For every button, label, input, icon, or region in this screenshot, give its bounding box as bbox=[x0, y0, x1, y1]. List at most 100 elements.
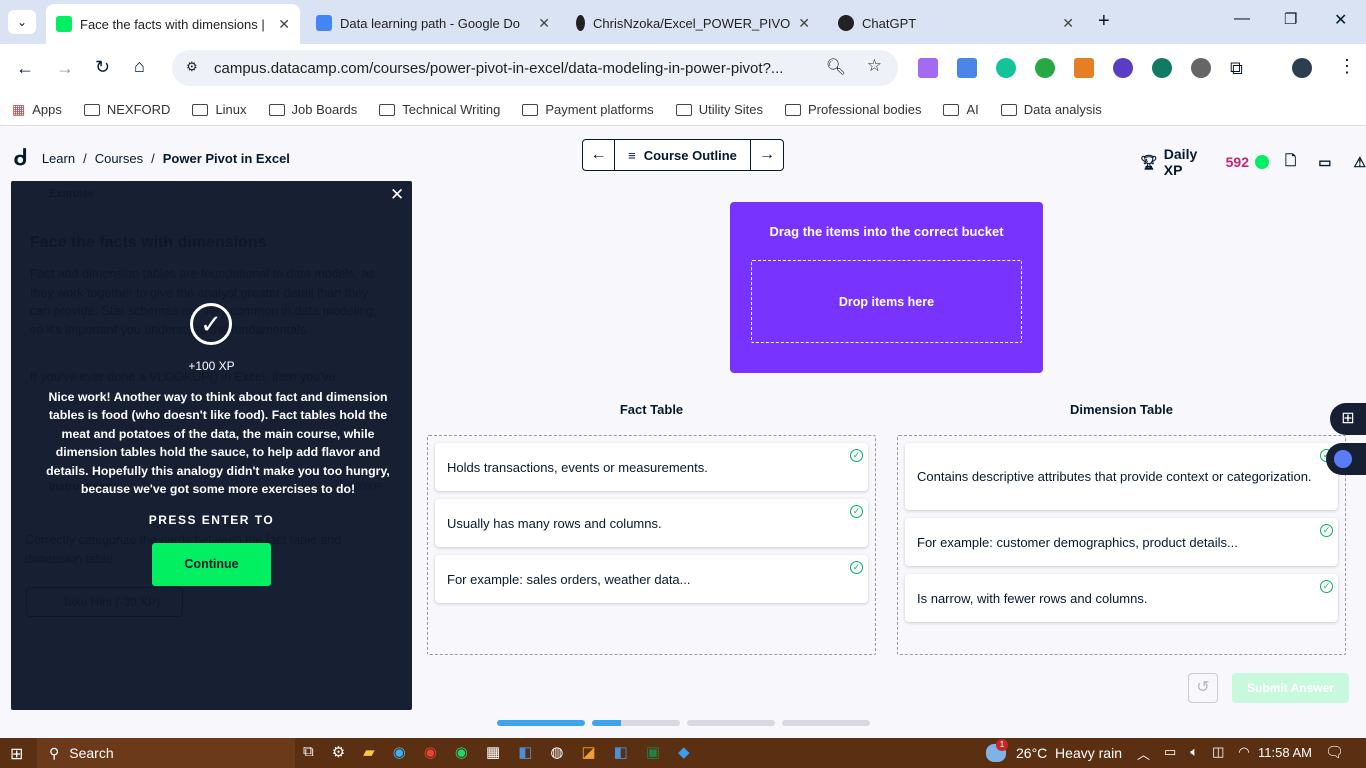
chevron-up-icon[interactable]: ︿ bbox=[1137, 744, 1150, 763]
bookmark-folder[interactable]: Professional bodies bbox=[784, 102, 921, 117]
restore-icon[interactable]: ❐ bbox=[1284, 10, 1297, 28]
zoom-icon[interactable]: 🔍︎ bbox=[826, 57, 846, 77]
breadcrumb-courses[interactable]: Courses bbox=[95, 151, 143, 166]
submit-answer-button[interactable]: Submit Answer bbox=[1232, 673, 1349, 703]
vscode-icon[interactable]: ◆ bbox=[678, 743, 690, 761]
whatsapp-icon[interactable]: ◉ bbox=[455, 743, 468, 761]
bookmark-apps[interactable]: ▦ Apps bbox=[12, 101, 62, 118]
fact-card[interactable]: Holds transactions, events or measuremen… bbox=[435, 443, 868, 491]
grammarly-icon[interactable] bbox=[996, 58, 1016, 78]
tab-chatgpt[interactable]: ChatGPT ✕ bbox=[828, 6, 1084, 40]
assistant-floating-button[interactable] bbox=[1326, 443, 1366, 475]
close-tab-icon[interactable]: ✕ bbox=[1062, 15, 1074, 32]
reset-button[interactable]: ↺ bbox=[1188, 673, 1218, 703]
take-hint-button: Take Hint (-30 XP) bbox=[26, 587, 183, 617]
translate-extension-icon[interactable] bbox=[957, 58, 977, 78]
weather-text[interactable]: 26°C Heavy rain bbox=[1016, 745, 1122, 761]
bookmark-folder[interactable]: NEXFORD bbox=[83, 102, 170, 117]
weather-icon[interactable]: 1 bbox=[986, 739, 1008, 762]
task-view-icon[interactable]: ⧉ bbox=[303, 743, 314, 761]
continue-button[interactable]: Continue bbox=[152, 543, 271, 586]
forward-icon[interactable]: → bbox=[56, 58, 74, 79]
extension-icon[interactable] bbox=[1035, 58, 1055, 78]
drop-zone[interactable]: Drop items here bbox=[751, 260, 1022, 343]
bookmark-folder[interactable]: Job Boards bbox=[268, 102, 357, 117]
app-icon[interactable]: ◍ bbox=[550, 743, 563, 761]
dimension-card[interactable]: Is narrow, with fewer rows and columns. ✓ bbox=[905, 574, 1338, 622]
bookmark-label: Data analysis bbox=[1023, 102, 1102, 117]
dimension-table-bucket[interactable]: Contains descriptive attributes that pro… bbox=[897, 435, 1346, 655]
datacamp-logo[interactable]: ᑯ bbox=[14, 145, 28, 171]
extension-icon[interactable] bbox=[1152, 58, 1172, 78]
menu-dots-icon[interactable]: ⋮ bbox=[1338, 56, 1356, 77]
extension-icon[interactable] bbox=[918, 58, 938, 78]
docs-favicon bbox=[316, 15, 332, 31]
close-tab-icon[interactable]: ✕ bbox=[278, 16, 290, 33]
bookmark-folder[interactable]: Linux bbox=[192, 102, 247, 117]
apps-floating-button[interactable]: ⊞ bbox=[1330, 403, 1366, 435]
bookmark-folder[interactable]: AI bbox=[943, 102, 979, 117]
app-icon[interactable]: ◧ bbox=[518, 743, 532, 761]
back-icon[interactable]: ← bbox=[16, 58, 34, 79]
wifi-icon[interactable]: ◠ bbox=[1238, 744, 1249, 763]
status-dot bbox=[1254, 155, 1269, 169]
settings-icon[interactable]: ⚙ bbox=[332, 743, 345, 761]
fact-table-bucket[interactable]: Holds transactions, events or measuremen… bbox=[427, 435, 876, 655]
tab-title: ChrisNzoka/Excel_POWER_PIVO bbox=[593, 15, 791, 31]
new-tab-icon[interactable]: + bbox=[1098, 10, 1110, 33]
tab-google-docs[interactable]: Data learning path - Google Do ✕ bbox=[306, 6, 560, 40]
bookmark-folder[interactable]: Data analysis bbox=[1000, 102, 1102, 117]
app-icon[interactable]: ◧ bbox=[614, 743, 628, 761]
bookmark-folder[interactable]: Payment platforms bbox=[522, 102, 654, 117]
extension-icon[interactable] bbox=[1191, 58, 1211, 78]
dimension-card[interactable]: For example: customer demographics, prod… bbox=[905, 518, 1338, 566]
tab-datacamp[interactable]: Face the facts with dimensions | ✕ bbox=[46, 4, 300, 44]
notifications-icon[interactable]: 🗨︎ bbox=[1325, 743, 1344, 761]
site-info-icon[interactable]: ⚙ bbox=[186, 59, 198, 75]
edge-icon[interactable]: ◉ bbox=[393, 743, 406, 761]
minimize-icon[interactable]: — bbox=[1234, 10, 1250, 28]
github-favicon bbox=[576, 15, 586, 31]
chrome-icon[interactable]: ◉ bbox=[424, 743, 437, 761]
video-icon[interactable]: ▭ bbox=[1318, 154, 1331, 171]
next-exercise-button[interactable]: → bbox=[751, 140, 783, 170]
bookmark-folder[interactable]: Utility Sites bbox=[675, 102, 763, 117]
dimension-card[interactable]: Contains descriptive attributes that pro… bbox=[905, 443, 1338, 510]
tab-search-button[interactable]: ⌄ bbox=[8, 10, 36, 34]
close-tab-icon[interactable]: ✕ bbox=[538, 15, 550, 32]
windows-start-icon[interactable]: ⊞ bbox=[10, 744, 23, 764]
fact-card[interactable]: Usually has many rows and columns. ✓ bbox=[435, 499, 868, 547]
battery-icon[interactable]: ▭ bbox=[1164, 744, 1176, 763]
url-text[interactable]: campus.datacamp.com/courses/power-pivot-… bbox=[214, 60, 783, 77]
fact-card[interactable]: For example: sales orders, weather data.… bbox=[435, 555, 868, 603]
course-outline-button[interactable]: ≡ Course Outline bbox=[615, 140, 751, 170]
progress-step-4 bbox=[782, 720, 870, 726]
profile-avatar[interactable] bbox=[1292, 58, 1312, 78]
home-icon[interactable]: ⌂ bbox=[134, 56, 145, 77]
camera-icon[interactable]: ◫ bbox=[1212, 744, 1224, 763]
close-tab-icon[interactable]: ✕ bbox=[798, 15, 810, 32]
taskbar-search[interactable]: ⚲ Search bbox=[37, 738, 295, 768]
close-modal-icon[interactable]: ✕ bbox=[390, 185, 404, 205]
bookmark-star-icon[interactable]: ☆ bbox=[867, 56, 882, 76]
slides-icon[interactable]: 🗋 bbox=[1285, 150, 1296, 174]
extension-icon[interactable] bbox=[1074, 58, 1094, 78]
excel-icon[interactable]: ▣ bbox=[646, 743, 660, 761]
url-bar[interactable]: ⚙ campus.datacamp.com/courses/power-pivo… bbox=[172, 50, 898, 86]
calculator-icon[interactable]: ▦ bbox=[486, 743, 500, 761]
bookmark-folder[interactable]: Technical Writing bbox=[379, 102, 500, 117]
volume-icon[interactable]: 🔈︎ bbox=[1190, 744, 1198, 763]
app-icon[interactable]: ◪ bbox=[581, 743, 595, 761]
reload-icon[interactable]: ↻ bbox=[95, 57, 110, 78]
clock[interactable]: 11:58 AM bbox=[1258, 745, 1312, 760]
exercise-title: Face the facts with dimensions bbox=[30, 234, 267, 251]
report-issue-icon[interactable]: ⚠ bbox=[1353, 154, 1366, 171]
extension-icon[interactable] bbox=[1113, 58, 1133, 78]
file-explorer-icon[interactable]: ▰ bbox=[363, 743, 375, 761]
tab-github[interactable]: ChrisNzoka/Excel_POWER_PIVO ✕ bbox=[566, 6, 820, 40]
extensions-puzzle-icon[interactable]: ⧉ bbox=[1230, 58, 1243, 79]
breadcrumb-learn[interactable]: Learn bbox=[42, 151, 75, 166]
breadcrumb-course[interactable]: Power Pivot in Excel bbox=[163, 151, 290, 166]
previous-exercise-button[interactable]: ← bbox=[583, 140, 615, 170]
close-window-icon[interactable]: ✕ bbox=[1334, 10, 1347, 30]
